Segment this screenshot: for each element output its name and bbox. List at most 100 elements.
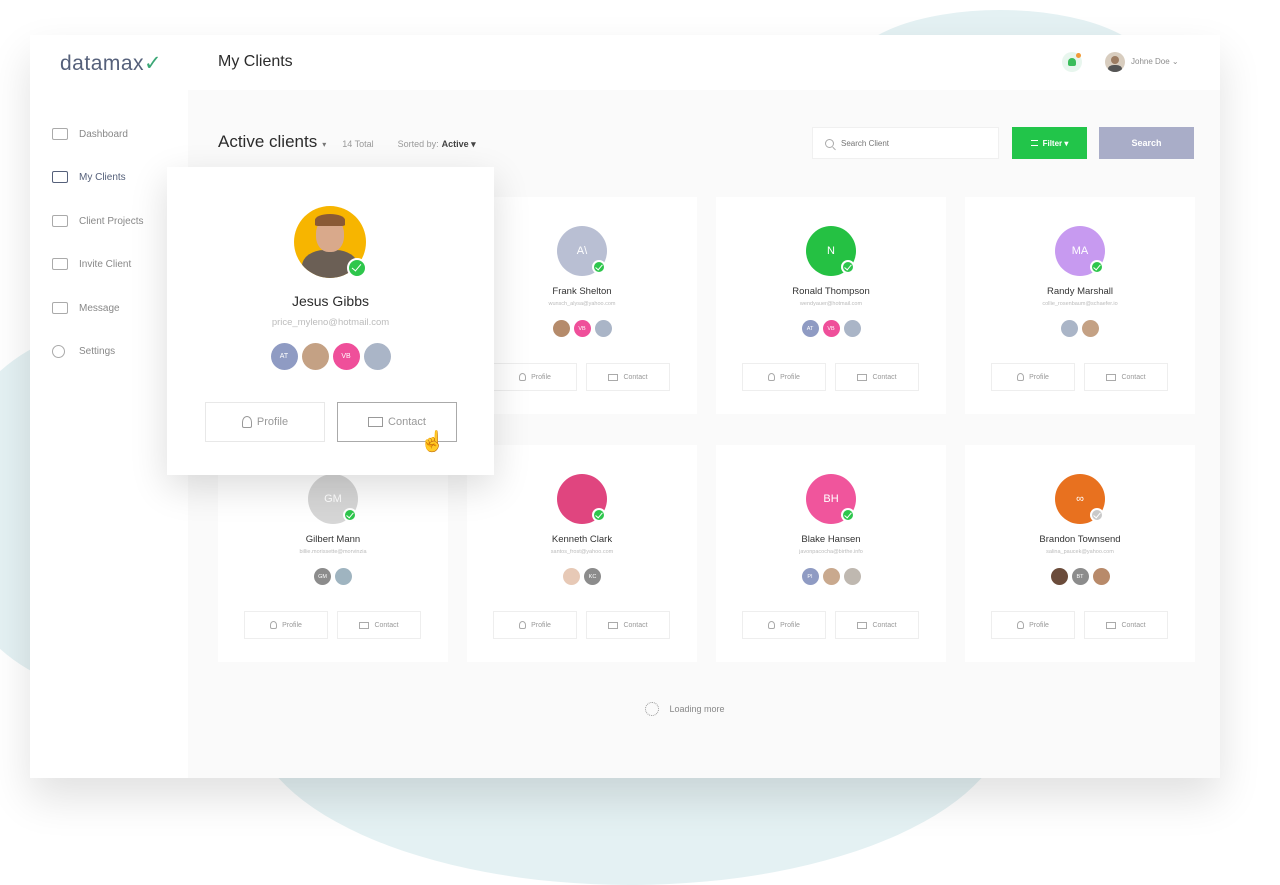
avatar[interactable] xyxy=(1105,52,1125,72)
contact-button[interactable]: Contact xyxy=(586,611,670,639)
sort-dropdown[interactable]: Active ▾ xyxy=(442,139,476,150)
client-email: wendyauer@hotmail.com xyxy=(799,301,863,307)
search-box xyxy=(812,127,999,159)
profile-button[interactable]: Profile xyxy=(742,363,826,391)
profile-button[interactable]: Profile xyxy=(742,611,826,639)
spinner-icon xyxy=(645,702,660,716)
notification-dot xyxy=(1076,53,1081,58)
client-card[interactable]: BH Blake Hansen javonpacocha@birthe.info… xyxy=(716,445,946,662)
sidebar-item-message[interactable]: Message xyxy=(52,300,120,316)
profile-button[interactable]: Profile xyxy=(205,402,325,442)
person-icon xyxy=(1017,621,1025,629)
team-member-avatar[interactable] xyxy=(563,568,580,585)
team-member-avatar[interactable] xyxy=(594,320,612,337)
team-member-avatar[interactable] xyxy=(301,343,329,370)
team-member-avatar[interactable] xyxy=(1050,568,1068,585)
team-member-avatar[interactable] xyxy=(1082,320,1099,337)
sidebar-item-client-projects[interactable]: Client Projects xyxy=(52,213,143,229)
team-member-avatar[interactable]: PI xyxy=(801,568,819,585)
logo[interactable]: datamax✓ xyxy=(60,51,162,76)
contact-label: Contact xyxy=(388,416,426,428)
team-member-avatar[interactable] xyxy=(552,320,570,337)
team-avatars xyxy=(965,320,1195,337)
client-card[interactable]: ∞ Brandon Townsend salina_paucek@yahoo.c… xyxy=(965,445,1195,662)
client-card[interactable]: GM Gilbert Mann billie.morissette@morvin… xyxy=(218,445,448,662)
team-member-avatar[interactable]: AT xyxy=(270,343,298,370)
team-avatars: AT VB xyxy=(716,320,946,337)
team-member-avatar[interactable] xyxy=(335,568,352,585)
team-member-avatar[interactable] xyxy=(843,568,861,585)
contact-button[interactable]: Contact xyxy=(586,363,670,391)
logo-check-icon: ✓ xyxy=(144,52,163,75)
team-member-avatar[interactable]: AT xyxy=(801,320,819,337)
team-member-avatar[interactable]: BT xyxy=(1071,568,1089,585)
contact-button[interactable]: Contact xyxy=(835,363,919,391)
contact-label: Contact xyxy=(374,621,399,629)
client-card[interactable]: MA Randy Marshall collie_rosenbaum@schae… xyxy=(965,197,1195,414)
contact-button[interactable]: Contact xyxy=(835,611,919,639)
profile-button[interactable]: Profile xyxy=(493,363,577,391)
team-member-avatar[interactable]: GM xyxy=(314,568,331,585)
team-avatars: PI xyxy=(716,568,946,585)
section-title[interactable]: Active clients xyxy=(218,132,317,152)
sidebar-item-settings[interactable]: Settings xyxy=(52,343,115,359)
contact-button[interactable]: Contact xyxy=(1084,611,1168,639)
invite-icon xyxy=(52,258,68,270)
sidebar: Dashboard My Clients Client Projects Inv… xyxy=(30,90,188,778)
sort-label: Sorted by: xyxy=(397,139,439,149)
profile-label: Profile xyxy=(531,621,551,629)
envelope-icon xyxy=(857,621,868,629)
client-popup-card[interactable]: Jesus Gibbs price_myleno@hotmail.com AT V… xyxy=(167,167,494,475)
contact-button[interactable]: Contact xyxy=(337,611,421,639)
client-card[interactable]: N Ronald Thompson wendyauer@hotmail.com … xyxy=(716,197,946,414)
contact-label: Contact xyxy=(872,373,897,381)
client-email: santos_frost@yahoo.com xyxy=(550,549,614,555)
profile-button[interactable]: Profile xyxy=(493,611,577,639)
person-icon xyxy=(519,621,527,629)
client-name: Randy Marshall xyxy=(1047,286,1113,297)
search-input[interactable] xyxy=(841,138,981,148)
team-avatars: KC xyxy=(467,568,697,585)
search-icon xyxy=(825,138,834,148)
client-name: Jesus Gibbs xyxy=(291,293,370,309)
bell-icon[interactable] xyxy=(1062,52,1082,72)
team-member-avatar[interactable]: VB xyxy=(573,320,591,337)
team-member-avatar[interactable] xyxy=(843,320,861,337)
client-name: Brandon Townsend xyxy=(1039,534,1121,545)
loading-text: Loading more xyxy=(669,704,725,714)
filter-button[interactable]: Filter ▾ xyxy=(1012,127,1087,159)
sidebar-item-label: Message xyxy=(79,302,120,314)
contact-label: Contact xyxy=(1121,373,1146,381)
chevron-down-icon[interactable]: ▾ xyxy=(322,140,326,149)
envelope-icon xyxy=(52,302,68,314)
online-check-icon xyxy=(1090,508,1104,522)
person-icon xyxy=(768,621,776,629)
profile-button[interactable]: Profile xyxy=(991,611,1075,639)
team-member-avatar[interactable] xyxy=(363,343,391,370)
sidebar-item-label: Settings xyxy=(79,345,116,357)
envelope-icon xyxy=(608,621,619,629)
sidebar-item-my-clients[interactable]: My Clients xyxy=(52,169,126,185)
team-member-avatar[interactable] xyxy=(1061,320,1078,337)
profile-button[interactable]: Profile xyxy=(244,611,328,639)
team-member-avatar[interactable] xyxy=(822,568,840,585)
contact-label: Contact xyxy=(1121,621,1146,629)
profile-label: Profile xyxy=(256,416,289,428)
person-icon xyxy=(270,621,278,629)
team-member-avatar[interactable] xyxy=(1092,568,1110,585)
profile-label: Profile xyxy=(1029,621,1049,629)
client-card[interactable]: A\ Frank Shelton wunsch_alysa@yahoo.com … xyxy=(467,197,697,414)
client-email: wunsch_alysa@yahoo.com xyxy=(548,301,616,307)
team-member-avatar[interactable]: VB xyxy=(332,343,360,370)
contact-button[interactable]: Contact xyxy=(1084,363,1168,391)
online-check-icon xyxy=(841,260,855,274)
sidebar-item-invite-client[interactable]: Invite Client xyxy=(52,256,131,272)
client-card[interactable]: Kenneth Clark santos_frost@yahoo.com KC … xyxy=(467,445,697,662)
team-member-avatar[interactable]: KC xyxy=(584,568,601,585)
user-name-dropdown[interactable]: Johne Doe ⌄ xyxy=(1131,57,1179,66)
team-avatars: GM xyxy=(218,568,448,585)
sidebar-item-dashboard[interactable]: Dashboard xyxy=(52,126,128,142)
profile-button[interactable]: Profile xyxy=(991,363,1075,391)
team-member-avatar[interactable]: VB xyxy=(822,320,840,337)
search-button[interactable]: Search xyxy=(1099,127,1194,159)
